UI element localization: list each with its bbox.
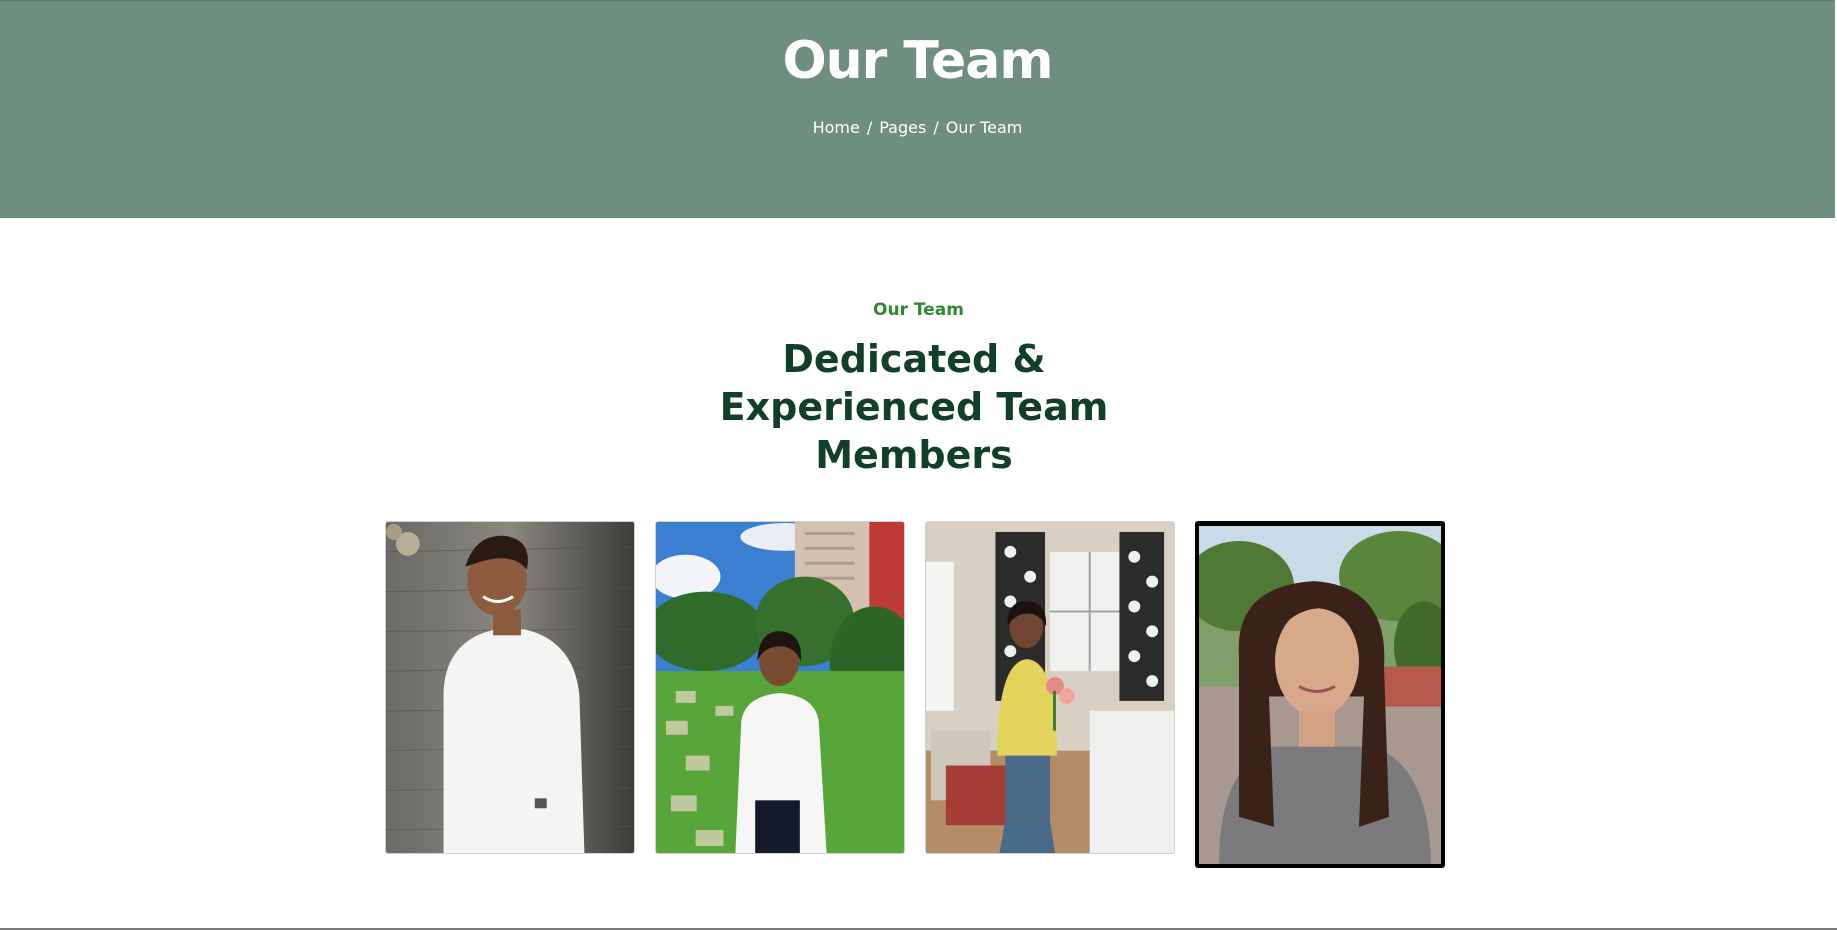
team-member-photo-image xyxy=(386,522,634,853)
team-member-photo-image xyxy=(1199,526,1441,864)
section-heading: Dedicated & Experienced Team Members xyxy=(719,337,1109,477)
breadcrumb: Home / Pages / Our Team xyxy=(0,118,1835,137)
team-member-photo-1[interactable] xyxy=(385,521,635,854)
team-member-photo-4[interactable] xyxy=(1195,521,1445,868)
team-member-photo-2[interactable] xyxy=(655,521,905,854)
breadcrumb-home-link[interactable]: Home xyxy=(813,118,860,137)
page-hero: Our Team Home / Pages / Our Team xyxy=(0,0,1835,218)
page-title: Our Team xyxy=(782,31,1053,91)
team-member-photo-image xyxy=(656,522,904,853)
team-member-photo-image xyxy=(926,522,1174,853)
breadcrumb-current: Our Team xyxy=(945,118,1023,137)
section-eyebrow: Our Team xyxy=(873,300,964,320)
breadcrumb-pages-link[interactable]: Pages xyxy=(879,118,926,137)
team-grid xyxy=(385,521,1445,869)
breadcrumb-separator: / xyxy=(933,118,939,137)
breadcrumb-separator: / xyxy=(866,118,873,137)
team-member-photo-3[interactable] xyxy=(925,521,1175,854)
